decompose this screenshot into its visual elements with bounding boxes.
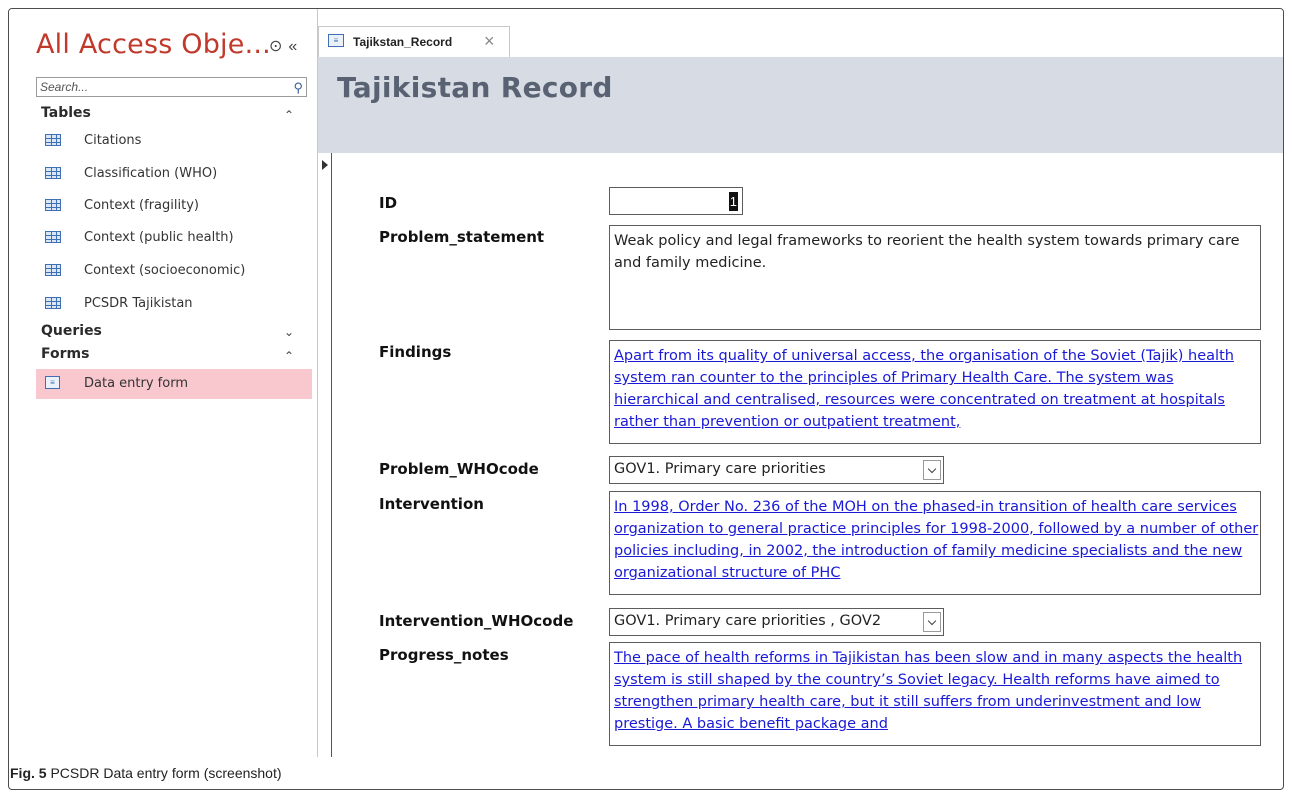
- search-placeholder: Search...: [40, 80, 89, 94]
- nav-item-label: Context (fragility): [84, 198, 199, 213]
- id-field[interactable]: 1: [609, 187, 743, 215]
- collapse-pane-icon[interactable]: «: [288, 38, 297, 55]
- table-icon: [45, 231, 61, 243]
- id-label: ID: [379, 194, 398, 212]
- nav-item-pcsdr-tajikistan[interactable]: PCSDR Tajikistan: [36, 289, 312, 319]
- nav-pane-title[interactable]: All Access Obje...: [36, 29, 271, 60]
- chevron-down-icon[interactable]: [923, 460, 941, 480]
- form-detail: ID 1 Problem_statement Weak policy and l…: [318, 153, 1283, 757]
- nav-item-label: Citations: [84, 133, 142, 148]
- nav-item-data-entry-form[interactable]: ≡ Data entry form: [36, 369, 312, 399]
- access-window: All Access Obje... ⊙ « Search... ⚲ Tables…: [8, 8, 1284, 790]
- nav-item-label: Context (public health): [84, 230, 234, 245]
- nav-pane-menu-icon[interactable]: ⊙: [269, 38, 282, 55]
- chevron-down-icon[interactable]: [923, 612, 941, 632]
- intervention-whocode-combo[interactable]: GOV1. Primary care priorities , GOV2: [609, 608, 944, 636]
- id-value: 1: [728, 192, 738, 211]
- record-selector[interactable]: [318, 153, 332, 757]
- nav-item-label: Context (socioeconomic): [84, 263, 246, 278]
- search-icon[interactable]: ⚲: [293, 80, 303, 96]
- progress-notes-label: Progress_notes: [379, 646, 509, 664]
- nav-item-citations[interactable]: Citations: [36, 126, 312, 156]
- group-queries[interactable]: Queries: [41, 323, 102, 339]
- tab-tajikstan-record[interactable]: ≡ Tajikstan_Record ×: [318, 26, 510, 57]
- findings-field[interactable]: Apart from its quality of universal acce…: [609, 340, 1261, 444]
- expand-chevron-icon[interactable]: ⌄: [284, 325, 294, 339]
- problem-statement-field[interactable]: Weak policy and legal frameworks to reor…: [609, 225, 1261, 330]
- table-icon: [45, 297, 61, 309]
- form-icon: ≡: [328, 34, 344, 47]
- current-record-arrow-icon: [322, 160, 328, 170]
- form-header: Tajikistan Record: [318, 57, 1283, 153]
- nav-item-label: Classification (WHO): [84, 166, 218, 181]
- problem-whocode-label: Problem_WHOcode: [379, 460, 539, 478]
- findings-label: Findings: [379, 343, 452, 361]
- form-title: Tajikistan Record: [337, 71, 613, 104]
- problem-whocode-value: GOV1. Primary care priorities: [614, 461, 826, 477]
- nav-item-label: Data entry form: [84, 376, 188, 391]
- document-area: ≡ Tajikstan_Record × Tajikistan Record I…: [318, 9, 1283, 757]
- nav-item-context-socioeconomic[interactable]: Context (socioeconomic): [36, 256, 312, 286]
- problem-whocode-combo[interactable]: GOV1. Primary care priorities: [609, 456, 944, 484]
- nav-item-classification-who[interactable]: Classification (WHO): [36, 159, 312, 189]
- document-tab-bar: ≡ Tajikstan_Record ×: [318, 9, 1283, 57]
- progress-notes-field[interactable]: The pace of health reforms in Tajikistan…: [609, 642, 1261, 746]
- intervention-label: Intervention: [379, 495, 484, 513]
- group-tables[interactable]: Tables: [41, 105, 91, 121]
- figure-caption: Fig. 5 PCSDR Data entry form (screenshot…: [10, 765, 282, 781]
- navigation-pane: All Access Obje... ⊙ « Search... ⚲ Tables…: [9, 9, 317, 757]
- intervention-whocode-label: Intervention_WHOcode: [379, 612, 574, 630]
- table-icon: [45, 199, 61, 211]
- intervention-whocode-value: GOV1. Primary care priorities , GOV2: [614, 613, 882, 629]
- collapse-chevron-icon[interactable]: ⌃: [284, 108, 294, 122]
- intervention-field[interactable]: In 1998, Order No. 236 of the MOH on the…: [609, 491, 1261, 595]
- group-forms[interactable]: Forms: [41, 346, 89, 362]
- nav-item-context-public-health[interactable]: Context (public health): [36, 223, 312, 253]
- search-input[interactable]: Search... ⚲: [36, 77, 307, 97]
- nav-item-context-fragility[interactable]: Context (fragility): [36, 191, 312, 221]
- close-icon[interactable]: ×: [484, 31, 495, 52]
- problem-statement-label: Problem_statement: [379, 228, 545, 246]
- table-icon: [45, 264, 61, 276]
- nav-item-label: PCSDR Tajikistan: [84, 296, 193, 311]
- table-icon: [45, 167, 61, 179]
- form-icon: ≡: [45, 376, 60, 389]
- collapse-chevron-icon[interactable]: ⌃: [284, 349, 294, 363]
- table-icon: [45, 134, 61, 146]
- tab-label: Tajikstan_Record: [353, 35, 453, 49]
- figure-number: Fig. 5: [10, 765, 47, 781]
- nav-pane-controls: ⊙ «: [269, 36, 303, 56]
- figure-caption-text: PCSDR Data entry form (screenshot): [46, 765, 282, 781]
